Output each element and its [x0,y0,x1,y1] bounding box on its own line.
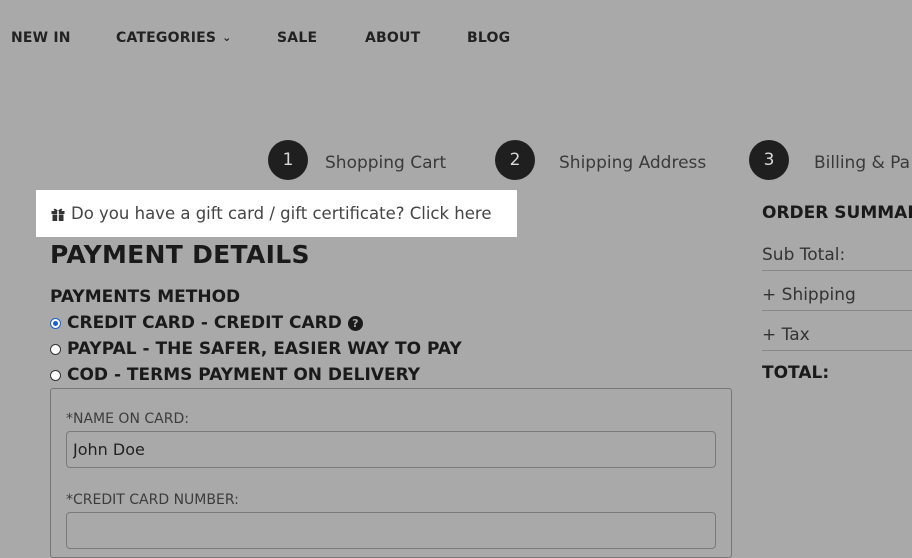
nav-item-new-in[interactable]: NEW IN [11,30,71,46]
summary-divider [762,350,912,351]
payment-option-label: COD - TERMS PAYMENT ON DELIVERY [67,365,421,385]
gift-card-text: Do you have a gift card / gift certifica… [71,204,492,223]
summary-divider [762,310,912,311]
gift-card-link[interactable]: Do you have a gift card / gift certifica… [36,190,517,237]
step-label-billing[interactable]: Billing & Pa [814,153,910,173]
payment-option-cod[interactable]: COD - TERMS PAYMENT ON DELIVERY [50,365,420,385]
gift-icon [51,208,65,221]
page-title: PAYMENT DETAILS [50,240,310,269]
order-summary-title: ORDER SUMMAR [762,203,912,223]
summary-subtotal-label: Sub Total: [762,245,846,265]
step-label-shopping-cart[interactable]: Shopping Cart [325,153,446,173]
card-number-input[interactable] [66,512,716,549]
question-circle-icon[interactable]: ? [347,315,363,331]
step-number-3: 3 [749,140,789,180]
step-number-1: 1 [268,140,308,180]
nav-item-label: NEW IN [11,30,71,46]
name-on-card-label: *NAME ON CARD: [66,411,189,427]
radio-cod[interactable] [50,369,61,381]
nav-item-about[interactable]: ABOUT [365,30,420,46]
nav-item-sale[interactable]: SALE [277,30,317,46]
summary-shipping-label: + Shipping [762,285,856,305]
summary-divider [762,270,912,271]
radio-paypal[interactable] [50,343,61,355]
payment-option-credit-card[interactable]: CREDIT CARD - CREDIT CARD ? [50,313,363,333]
radio-credit-card[interactable] [50,317,61,329]
step-number-2: 2 [495,140,535,180]
payment-option-paypal[interactable]: PAYPAL - THE SAFER, EASIER WAY TO PAY [50,339,462,359]
step-label-shipping-address[interactable]: Shipping Address [559,153,706,173]
summary-tax-label: + Tax [762,325,810,345]
card-number-label: *CREDIT CARD NUMBER: [66,492,239,508]
nav-item-label: BLOG [467,30,511,46]
payment-option-label: CREDIT CARD - CREDIT CARD [67,313,342,333]
checkout-steps: 1 Shopping Cart 2 Shipping Address 3 Bil… [0,140,912,182]
nav-item-label: ABOUT [365,30,421,46]
top-nav: NEW IN CATEGORIES ⌄ SALE ABOUT BLOG [0,30,912,50]
name-on-card-input[interactable] [66,431,716,468]
nav-item-blog[interactable]: BLOG [467,30,510,46]
payment-method-heading: PAYMENTS METHOD [50,287,241,307]
nav-item-categories[interactable]: CATEGORIES ⌄ [116,30,232,46]
chevron-down-icon: ⌄ [222,31,232,44]
nav-item-label: CATEGORIES [116,30,217,46]
summary-total-label: TOTAL: [762,363,830,383]
payment-option-label: PAYPAL - THE SAFER, EASIER WAY TO PAY [67,339,462,359]
nav-item-label: SALE [277,30,318,46]
